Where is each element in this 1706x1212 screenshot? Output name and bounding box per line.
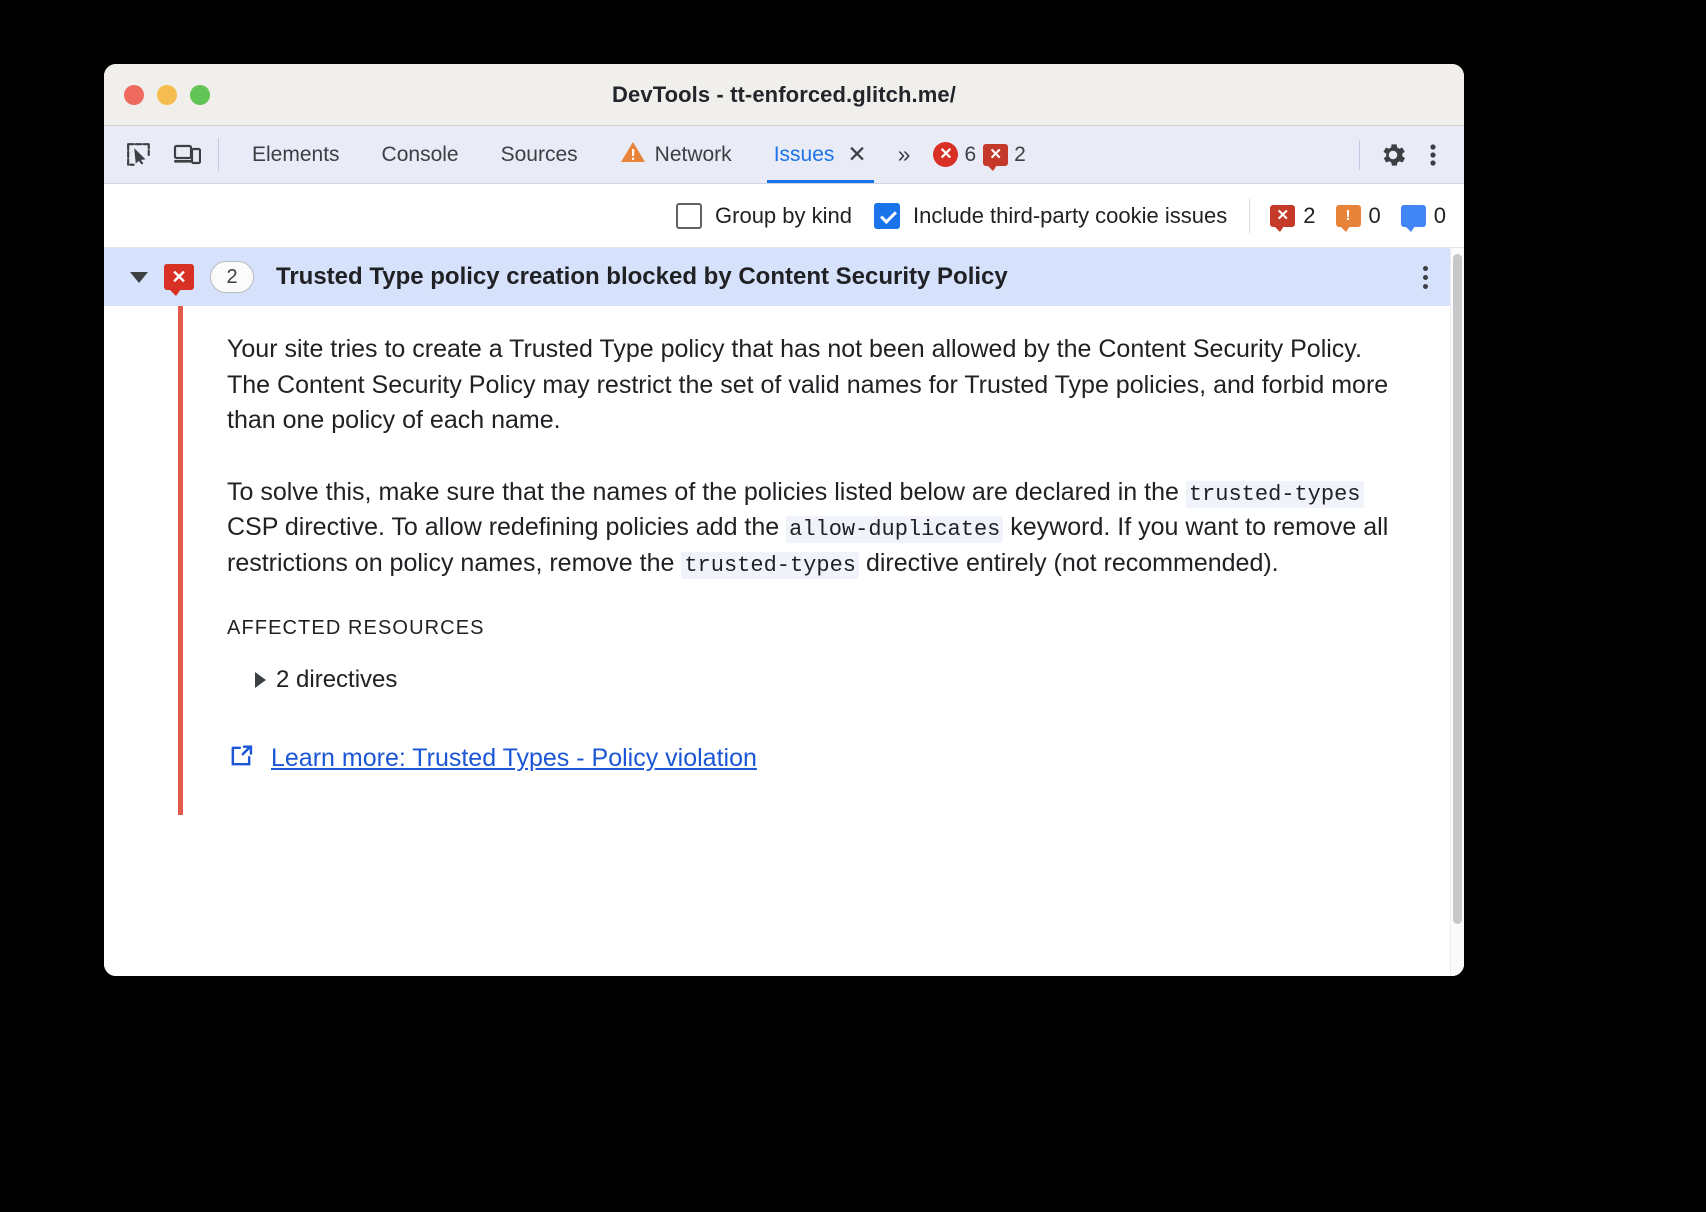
para2-seg2: CSP directive. To allow redefining polic… bbox=[227, 513, 787, 541]
error-bubble-icon: ✕ bbox=[983, 143, 1009, 171]
code-allow-duplicates: allow-duplicates bbox=[786, 516, 1004, 543]
issue-error-icon: ✕ bbox=[164, 264, 194, 296]
tab-label: Elements bbox=[252, 142, 340, 166]
issues-scroll-region: ✕ 2 Trusted Type policy creation blocked… bbox=[104, 248, 1450, 976]
tab-label: Sources bbox=[500, 142, 578, 166]
learn-more-link[interactable]: Learn more: Trusted Types - Policy viola… bbox=[271, 744, 757, 773]
issue-header-row[interactable]: ✕ 2 Trusted Type policy creation blocked… bbox=[104, 248, 1450, 306]
error-count-value: 6 bbox=[964, 142, 977, 166]
devtools-window: DevTools - tt-enforced.glitch.me/ Elemen… bbox=[104, 64, 1464, 976]
affected-resource-label: 2 directives bbox=[276, 666, 398, 693]
code-trusted-types-1: trusted-types bbox=[1185, 480, 1364, 508]
tabbar-counters: ✕ 6 ✕ 2 bbox=[917, 126, 1033, 183]
window-titlebar: DevTools - tt-enforced.glitch.me/ bbox=[104, 64, 1464, 126]
issue-description-paragraph-2: To solve this, make sure that the names … bbox=[227, 475, 1410, 582]
tabbar-divider-right bbox=[1359, 139, 1360, 170]
issue-severity-counters: ✕ 2 ! 0 0 bbox=[1249, 198, 1446, 233]
issue-count-value: 2 bbox=[1014, 142, 1026, 166]
gear-icon[interactable] bbox=[1376, 138, 1410, 172]
kebab-menu-icon[interactable] bbox=[1416, 138, 1450, 172]
close-icon[interactable]: ✕ bbox=[847, 143, 866, 166]
issues-filter-toolbar: Group by kind Include third-party cookie… bbox=[104, 184, 1464, 248]
tab-label: Console bbox=[381, 142, 459, 166]
include-third-party-cookie-checkbox[interactable]: Include third-party cookie issues bbox=[873, 202, 1228, 229]
issue-menu-icon[interactable] bbox=[1423, 265, 1428, 289]
issue-details: Your site tries to create a Trusted Type… bbox=[178, 306, 1450, 815]
page-warning-count[interactable]: ! 0 bbox=[1335, 202, 1381, 232]
tab-elements[interactable]: Elements bbox=[231, 126, 361, 183]
group-by-kind-checkbox[interactable]: Group by kind bbox=[676, 202, 852, 229]
inspect-element-icon[interactable] bbox=[122, 138, 156, 172]
checkbox-box[interactable] bbox=[676, 202, 703, 229]
device-toolbar-icon[interactable] bbox=[170, 138, 204, 172]
page-info-count-value: 0 bbox=[1433, 202, 1446, 228]
page-error-count[interactable]: ✕ 2 bbox=[1270, 202, 1316, 232]
window-title: DevTools - tt-enforced.glitch.me/ bbox=[612, 81, 956, 107]
page-warning-count-value: 0 bbox=[1368, 202, 1381, 228]
checkbox-box[interactable] bbox=[873, 202, 900, 229]
tab-network[interactable]: Network bbox=[599, 126, 753, 183]
tab-sources[interactable]: Sources bbox=[480, 126, 599, 183]
issue-count-pill: 2 bbox=[210, 261, 254, 293]
page-info-count[interactable]: 0 bbox=[1400, 202, 1446, 232]
tab-console[interactable]: Console bbox=[361, 126, 480, 183]
code-trusted-types-2: trusted-types bbox=[681, 551, 859, 579]
chevron-double-right-icon[interactable]: » bbox=[888, 126, 918, 183]
include-third-party-label: Include third-party cookie issues bbox=[912, 202, 1228, 228]
error-count[interactable]: ✕ 6 bbox=[933, 142, 976, 167]
para2-seg1: To solve this, make sure that the names … bbox=[227, 477, 1186, 506]
issue-description-paragraph-1: Your site tries to create a Trusted Type… bbox=[227, 335, 1389, 434]
devtools-tabs: Elements Console Sources Network Issues … bbox=[219, 126, 917, 183]
issue-count[interactable]: ✕ 2 bbox=[983, 142, 1026, 171]
chevron-down-icon[interactable] bbox=[130, 271, 148, 283]
affected-resource-row[interactable]: 2 directives bbox=[255, 666, 1410, 694]
para2-seg4: directive entirely (not recommended). bbox=[859, 548, 1279, 577]
chevron-right-icon[interactable] bbox=[255, 672, 266, 688]
warning-triangle-icon bbox=[620, 140, 646, 170]
tab-issues[interactable]: Issues ✕ bbox=[753, 126, 888, 183]
error-bubble-icon: ✕ bbox=[1270, 204, 1296, 232]
affected-resources-label: AFFECTED RESOURCES bbox=[227, 617, 485, 639]
tabbar-left-icons bbox=[104, 126, 218, 183]
tab-label: Issues bbox=[773, 142, 835, 166]
issues-scrollbar[interactable] bbox=[1450, 248, 1464, 976]
scrollbar-thumb[interactable] bbox=[1453, 254, 1462, 924]
circle-error-icon: ✕ bbox=[933, 142, 959, 167]
devtools-tabbar: Elements Console Sources Network Issues … bbox=[104, 126, 1464, 184]
tabbar-right-icons bbox=[1349, 126, 1464, 183]
issue-title: Trusted Type policy creation blocked by … bbox=[276, 263, 1008, 290]
group-by-kind-label: Group by kind bbox=[715, 202, 852, 228]
learn-more-row[interactable]: Learn more: Trusted Types - Policy viola… bbox=[227, 742, 1410, 775]
warning-bubble-icon: ! bbox=[1335, 204, 1361, 232]
tab-label: Network bbox=[654, 142, 732, 166]
issues-panel: ✕ 2 Trusted Type policy creation blocked… bbox=[104, 248, 1464, 976]
page-error-count-value: 2 bbox=[1303, 202, 1316, 228]
info-bubble-icon bbox=[1400, 204, 1426, 232]
external-link-icon bbox=[227, 742, 255, 775]
